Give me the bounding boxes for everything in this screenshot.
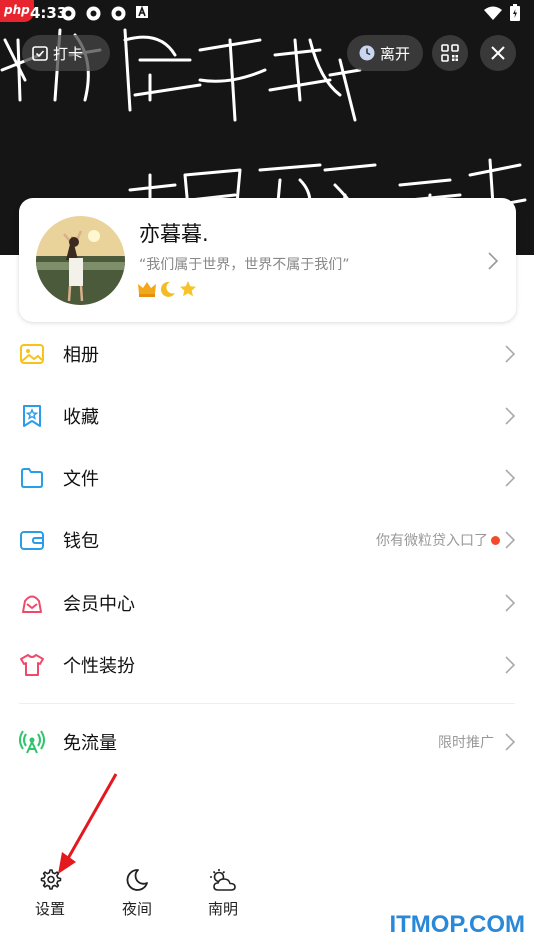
leave-status-button[interactable]: 离开 [347,35,423,71]
leave-label: 离开 [380,44,411,63]
chevron-right-icon [505,733,516,751]
badge-list[interactable] [137,280,197,298]
menu-item-wallet[interactable]: 钱包 你有微粒贷入口了 [0,510,534,570]
status-bar: 4:33 [0,0,534,28]
moon-icon[interactable] [159,280,177,298]
chevron-right-icon [505,656,516,674]
close-icon [491,46,505,60]
status-app-icon [60,5,77,22]
notification-dot [491,535,500,545]
close-button[interactable] [480,35,516,71]
menu-label: 文件 [63,469,99,490]
tshirt-icon [20,654,44,676]
vip-icon [22,595,42,613]
menu-item-album[interactable]: 相册 [0,324,534,384]
star-icon[interactable] [179,280,197,298]
menu-item-free-data[interactable]: 免流量 限时推广 [0,712,534,772]
avatar[interactable] [36,216,125,305]
status-app-icon [110,5,127,22]
chevron-right-icon [505,594,516,612]
night-mode-label: 夜间 [121,900,152,918]
battery-icon [510,4,520,25]
free-data-hint: 限时推广 [438,735,494,751]
menu-item-favorites[interactable]: 收藏 [0,386,534,446]
menu-label: 钱包 [63,531,99,552]
status-app-icon [85,5,102,22]
moon-icon [126,869,148,891]
night-mode-button[interactable]: 夜间 [107,868,167,924]
partly-cloudy-icon [210,869,236,891]
menu-item-personalization[interactable]: 个性装扮 [0,635,534,695]
menu-item-vip-center[interactable]: 会员中心 [0,573,534,633]
chevron-right-icon [505,469,516,487]
profile-signature: “我们属于世界，世界不属于我们” [139,257,350,273]
menu-item-files[interactable]: 文件 [0,448,534,508]
menu-label: 免流量 [63,733,117,754]
chevron-right-icon [505,345,516,363]
status-notification-icon [135,5,152,22]
annotation-arrow [58,773,118,874]
watermark: ITMOP.COM [389,911,525,938]
menu-label: 收藏 [63,407,99,428]
antenna-icon [19,730,45,754]
wallet-hint: 你有微粒贷入口了 [376,533,488,549]
wifi-icon [484,6,502,24]
qr-code-icon [441,44,459,62]
profile-name: 亦暮暮. [139,222,209,246]
gear-icon [40,869,62,890]
checkin-icon [32,46,48,61]
profile-card[interactable]: 亦暮暮. “我们属于世界，世界不属于我们” [19,198,516,322]
settings-label: 设置 [34,900,65,918]
menu-label: 相册 [63,345,99,366]
qr-code-button[interactable] [432,35,468,71]
chevron-right-icon [505,531,516,549]
clock-status-icon [359,45,375,61]
crown-icon[interactable] [137,280,157,298]
checkin-label: 打卡 [53,44,84,63]
weather-label: 南明 [207,900,238,918]
weather-button[interactable]: 南明 [193,868,253,924]
chevron-right-icon [488,252,498,270]
settings-button[interactable]: 设置 [20,868,80,924]
checkin-button[interactable]: 打卡 [22,35,110,71]
folder-icon [21,468,43,488]
menu-label: 个性装扮 [63,656,135,677]
menu-label: 会员中心 [63,594,135,615]
favorites-icon [23,405,41,427]
menu-divider [19,703,515,704]
chevron-right-icon [505,407,516,425]
album-icon [20,344,44,364]
wallet-icon [20,531,44,550]
